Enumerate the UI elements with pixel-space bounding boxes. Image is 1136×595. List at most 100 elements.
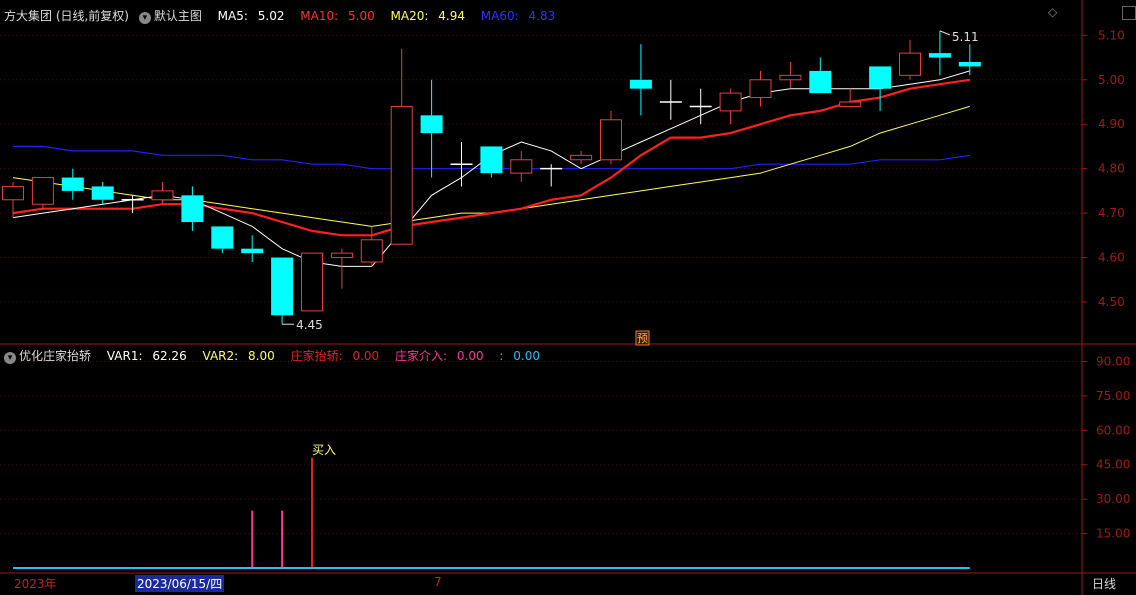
- candle: [659, 79, 682, 120]
- forecast-marker-label: 预: [637, 332, 648, 345]
- candle: [61, 168, 84, 200]
- candle: [958, 44, 981, 76]
- candle: [839, 88, 862, 107]
- candle-body: [151, 190, 174, 201]
- indicator-tick-label: 45.00: [1096, 458, 1130, 472]
- price-tick-label: 4.90: [1098, 117, 1125, 131]
- high-price-label: 5.11: [952, 30, 979, 44]
- price-tick-label: 4.60: [1098, 251, 1125, 265]
- indicator-grid: [0, 360, 1082, 535]
- candle: [31, 177, 54, 209]
- indicator-axis: 90.00 75.00 60.00 45.00 30.00 15.00: [1082, 354, 1130, 541]
- candle: [928, 30, 951, 76]
- candle: [809, 57, 832, 94]
- candle: [749, 70, 772, 107]
- candle: [779, 62, 802, 89]
- entry-readout: 庄家介入: 0.00: [395, 349, 484, 363]
- candle: [629, 44, 652, 116]
- candle: [450, 142, 473, 187]
- low-price-label: 4.45: [296, 318, 323, 332]
- indicator-tick-label: 30.00: [1096, 492, 1130, 506]
- candle-body: [749, 79, 772, 99]
- indicator-tick-label: 15.00: [1096, 527, 1130, 541]
- chevron-down-icon: ▾: [138, 12, 151, 24]
- candle-body: [570, 154, 593, 161]
- candle-body: [928, 53, 951, 58]
- candle-body: [241, 248, 264, 254]
- main-chart-header: 方大集团 (日线,前复权) ▾ 默认主图 MA5: 5.02 MA10: 5.00…: [4, 7, 567, 24]
- candle-body: [181, 195, 204, 222]
- candle-body: [629, 79, 652, 89]
- candle-body: [271, 257, 294, 316]
- candle-body: [600, 119, 622, 161]
- candle-body: [31, 177, 54, 205]
- diamond-icon[interactable]: ◇: [1048, 5, 1057, 19]
- candle: [719, 88, 742, 125]
- candle: [899, 39, 921, 80]
- indicator-header: ▾ 优化庄家抬轿 VAR1: 62.26 VAR2: 8.00 庄家抬轿: 0.0…: [4, 347, 552, 364]
- lift-readout: 庄家抬轿: 0.00: [290, 349, 380, 363]
- candle-body: [420, 115, 443, 134]
- indicator-title: 优化庄家抬轿: [19, 349, 92, 363]
- template-selector[interactable]: ▾ 默认主图: [138, 9, 208, 24]
- candle: [540, 164, 563, 187]
- candle: [91, 182, 114, 205]
- price-axis: 5.10 5.00 4.90 4.80 4.70 4.60 4.50: [1082, 28, 1125, 309]
- chart-canvas[interactable]: 5.10 5.00 4.90 4.80 4.70 4.60 4.50 90.00 75.00 6…: [0, 0, 1136, 595]
- indicator-selector[interactable]: ▾ 优化庄家抬轿: [4, 349, 97, 364]
- month-label: 7: [434, 575, 442, 589]
- ma10-readout: MA10: 5.00: [300, 9, 375, 23]
- candlestick-series: [2, 30, 981, 325]
- candle-body: [779, 74, 802, 81]
- candle-body: [61, 177, 84, 191]
- stock-title[interactable]: 方大集团 (日线,前复权): [4, 9, 129, 23]
- price-tick-label: 5.00: [1098, 73, 1125, 87]
- ma20-readout: MA20: 4.94: [390, 9, 465, 23]
- price-tick-label: 4.70: [1098, 206, 1125, 220]
- year-label: 2023年: [14, 577, 57, 591]
- candle-body: [2, 185, 24, 201]
- candle-body: [510, 159, 533, 174]
- ma5-readout: MA5: 5.02: [217, 9, 285, 23]
- candle: [181, 186, 204, 231]
- high-pointer: [939, 30, 951, 36]
- cursor-date: 2023/06/15/四: [135, 575, 225, 592]
- candle-body: [899, 52, 921, 76]
- candle-body: [869, 66, 892, 89]
- candle: [570, 150, 593, 165]
- candle-body: [390, 105, 413, 245]
- var1-readout: VAR1: 62.26: [106, 349, 187, 363]
- indicator-tick-label: 60.00: [1096, 423, 1130, 437]
- ma60-readout: MA60: 4.83: [480, 9, 556, 23]
- candle-body: [839, 101, 862, 107]
- candle-body: [958, 62, 981, 67]
- indicator-tick-label: 90.00: [1096, 354, 1130, 368]
- chart-frame: [0, 0, 1136, 595]
- indicator-tick-label: 75.00: [1096, 389, 1130, 403]
- period-tab[interactable]: 日线: [1092, 575, 1116, 592]
- price-tick-label: 4.50: [1098, 295, 1125, 309]
- candle: [151, 182, 174, 205]
- candle: [869, 66, 892, 111]
- chevron-down-icon: ▾: [4, 352, 16, 364]
- candle-body: [330, 252, 353, 259]
- template-label: 默认主图: [153, 9, 202, 23]
- candle: [480, 146, 503, 178]
- var2-readout: VAR2: 8.00: [202, 349, 275, 363]
- candle: [420, 79, 443, 178]
- buy-signal-label: 买入: [312, 443, 336, 457]
- candle: [301, 252, 323, 312]
- candle: [600, 110, 622, 165]
- candle-body: [719, 92, 742, 112]
- candle-body: [480, 146, 503, 174]
- candle: [121, 195, 144, 214]
- candle-body: [809, 70, 832, 94]
- candle: [211, 226, 234, 254]
- candle-body: [360, 239, 383, 263]
- candle-body: [211, 226, 234, 249]
- price-tick-label: 4.80: [1098, 162, 1125, 176]
- scroll-toggle-icon[interactable]: [1122, 6, 1136, 20]
- candle: [390, 48, 413, 245]
- candle-body: [91, 186, 114, 200]
- candle: [271, 257, 294, 325]
